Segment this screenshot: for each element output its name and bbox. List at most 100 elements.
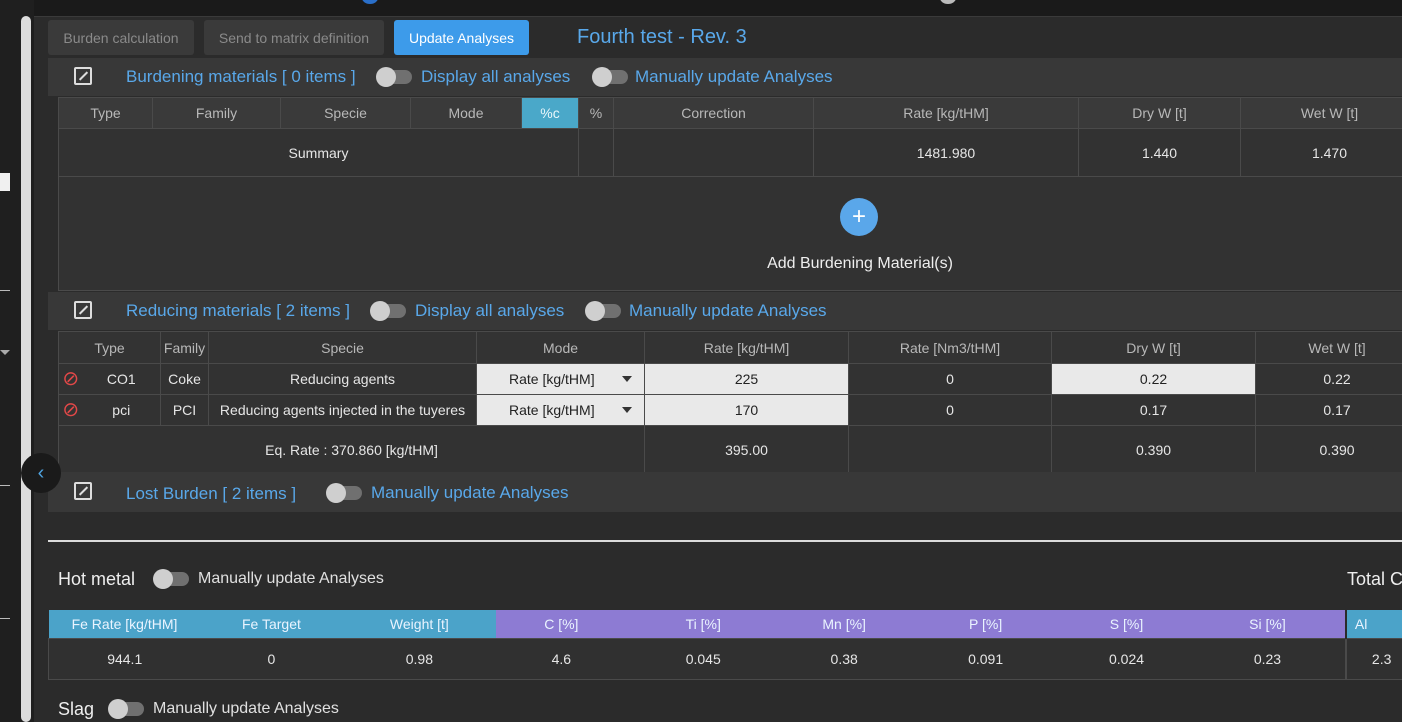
val-ti: 0.045	[626, 638, 781, 680]
col-weight[interactable]: Weight [t]	[342, 610, 497, 639]
col-specie[interactable]: Specie	[208, 331, 478, 364]
table-header-row: Fe Rate [kg/tHM] Fe Target Weight [t] C …	[48, 610, 1402, 639]
col-family[interactable]: Family	[152, 97, 281, 129]
col-dry-weight[interactable]: Dry W [t]	[1051, 331, 1257, 364]
reducing-section-header: Reducing materials [ 2 items ] Display a…	[48, 292, 1402, 330]
row-type: CO1	[82, 363, 162, 395]
col-mode[interactable]: Mode	[410, 97, 522, 129]
summary-dry: 1.440	[1078, 128, 1241, 177]
burdening-table: Type Family Specie Mode %c % Correction …	[58, 97, 1402, 177]
col-c[interactable]: C [%]	[496, 610, 627, 639]
reducing-table: Type Family Specie Mode Rate [kg/tHM] Ra…	[57, 331, 1402, 474]
col-family[interactable]: Family	[160, 331, 210, 364]
summary-cell	[578, 128, 614, 177]
mode-select[interactable]: Rate [kg/tHM]	[476, 363, 646, 395]
col-type[interactable]: Type	[58, 97, 153, 129]
col-type[interactable]: Type	[57, 331, 162, 364]
val-weight: 0.98	[342, 638, 497, 680]
col-rate[interactable]: Rate [kg/tHM]	[644, 331, 850, 364]
scrollbar[interactable]	[21, 16, 31, 722]
val-s: 0.024	[1063, 638, 1190, 680]
rate-input[interactable]: 170	[644, 394, 850, 426]
col-correction[interactable]: Correction	[613, 97, 814, 129]
edit-image-icon[interactable]	[74, 301, 92, 319]
step-indicator[interactable]	[940, 0, 956, 4]
hot-metal-title: Hot metal	[58, 569, 136, 589]
hot-metal-table: Fe Rate [kg/tHM] Fe Target Weight [t] C …	[48, 610, 1402, 680]
val-al: 2.3	[1344, 638, 1402, 680]
summary-row: Eq. Rate : 370.860 [kg/tHM] 395.00 0.390…	[57, 425, 1402, 474]
row-rate-nm3: 0	[848, 363, 1053, 395]
add-material-area: + Add Burdening Material(s)	[58, 177, 1402, 291]
lost-burden-header: Lost Burden [ 2 items ] Manually update …	[48, 472, 1402, 512]
delete-row-button[interactable]: ⊘	[58, 394, 83, 426]
col-percent-c[interactable]: %c	[521, 97, 579, 129]
mode-select[interactable]: Rate [kg/tHM]	[476, 394, 646, 426]
edit-image-icon[interactable]	[74, 482, 92, 500]
summary-wet: 1.470	[1240, 128, 1402, 177]
caret-down-icon	[622, 376, 633, 382]
delete-icon: ⊘	[62, 368, 80, 390]
col-rate[interactable]: Rate [kg/tHM]	[813, 97, 1079, 129]
row-family: PCI	[160, 394, 210, 426]
hot-metal-manual-toggle[interactable]	[153, 569, 189, 589]
summary-cell	[613, 128, 814, 177]
slag-manual-label: Manually update Analyses	[153, 700, 339, 717]
caret-down-icon	[622, 407, 633, 413]
col-wet-weight[interactable]: Wet W [t]	[1255, 331, 1402, 364]
dry-weight-input[interactable]: 0.22	[1051, 363, 1257, 395]
mode-select-value: Rate [kg/tHM]	[509, 371, 595, 387]
col-rate-nm3[interactable]: Rate [Nm3/tHM]	[848, 331, 1053, 364]
col-percent[interactable]: %	[578, 97, 614, 129]
slag-manual-toggle[interactable]	[108, 699, 144, 719]
chevron-left-icon: ‹	[37, 461, 45, 484]
send-to-matrix-button[interactable]: Send to matrix definition	[204, 20, 384, 55]
left-rail	[0, 0, 34, 722]
display-all-toggle[interactable]	[376, 67, 412, 87]
col-fe-target[interactable]: Fe Target	[200, 610, 343, 639]
rail-divider	[0, 618, 10, 619]
reducing-title: Reducing materials [ 2 items ]	[126, 301, 350, 320]
col-fe-rate[interactable]: Fe Rate [kg/tHM]	[48, 610, 201, 639]
manual-update-toggle[interactable]	[585, 301, 621, 321]
col-s[interactable]: S [%]	[1063, 610, 1190, 639]
update-analyses-button[interactable]: Update Analyses	[394, 20, 529, 55]
top-stepper	[34, 0, 1402, 17]
collapse-panel-button[interactable]: ‹	[21, 453, 61, 493]
manual-update-toggle[interactable]	[326, 483, 362, 503]
rate-input[interactable]: 225	[644, 363, 850, 395]
summary-row: Summary 1481.980 1.440 1.470	[58, 128, 1402, 177]
add-burdening-button[interactable]: +	[840, 198, 878, 236]
col-specie[interactable]: Specie	[280, 97, 411, 129]
hot-metal-manual-label: Manually update Analyses	[198, 570, 384, 587]
rail-marker	[0, 173, 10, 191]
burdening-section-header: Burdening materials [ 0 items ] Display …	[48, 58, 1402, 96]
col-wet-weight[interactable]: Wet W [t]	[1240, 97, 1402, 129]
delete-row-button[interactable]: ⊘	[58, 363, 83, 395]
manual-update-toggle[interactable]	[592, 67, 628, 87]
burden-calculation-button[interactable]: Burden calculation	[48, 20, 194, 55]
col-ti[interactable]: Ti [%]	[626, 610, 781, 639]
row-wet-weight: 0.17	[1255, 394, 1402, 426]
edit-image-icon[interactable]	[74, 67, 92, 85]
row-specie: Reducing agents injected in the tuyeres	[208, 394, 478, 426]
col-dry-weight[interactable]: Dry W [t]	[1078, 97, 1241, 129]
step-indicator-active[interactable]	[362, 0, 378, 4]
col-si[interactable]: Si [%]	[1190, 610, 1346, 639]
manual-update-label: Manually update Analyses	[371, 483, 569, 502]
val-p: 0.091	[908, 638, 1064, 680]
row-family: Coke	[160, 363, 210, 395]
col-al[interactable]: Al	[1344, 610, 1402, 639]
col-mode[interactable]: Mode	[476, 331, 646, 364]
table-row: 944.1 0 0.98 4.6 0.045 0.38 0.091 0.024 …	[48, 638, 1402, 680]
row-wet-weight: 0.22	[1255, 363, 1402, 395]
row-rate-nm3: 0	[848, 394, 1053, 426]
document-title: Fourth test - Rev. 3	[577, 26, 747, 48]
display-all-toggle[interactable]	[370, 301, 406, 321]
plus-icon: +	[851, 203, 866, 230]
mode-select-value: Rate [kg/tHM]	[509, 402, 595, 418]
eq-rate-label: Eq. Rate : 370.860 [kg/tHM]	[57, 425, 646, 474]
display-all-label: Display all analyses	[415, 301, 565, 320]
col-p[interactable]: P [%]	[908, 610, 1064, 639]
col-mn[interactable]: Mn [%]	[780, 610, 909, 639]
